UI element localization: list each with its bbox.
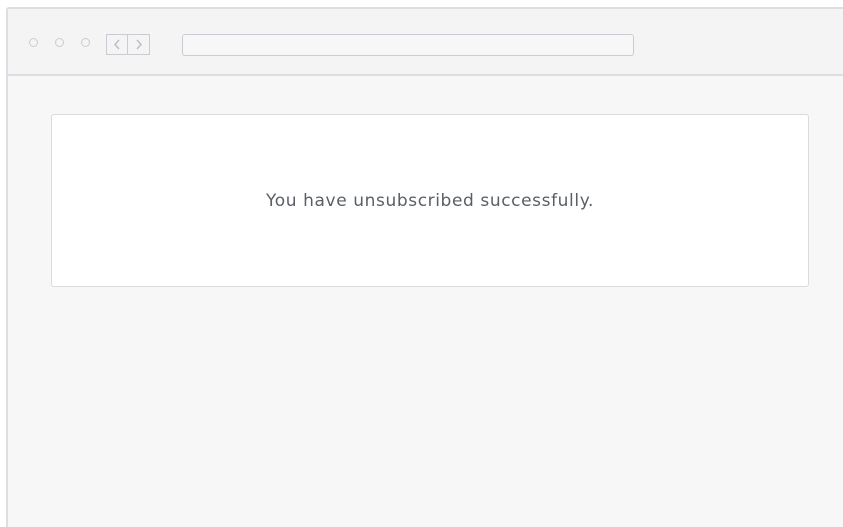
back-button[interactable] bbox=[106, 34, 128, 55]
chevron-left-icon bbox=[114, 39, 120, 50]
page-content: You have unsubscribed successfully. bbox=[8, 76, 843, 527]
browser-toolbar bbox=[8, 9, 843, 76]
window-minimize-dot[interactable] bbox=[55, 38, 64, 47]
message-card: You have unsubscribed successfully. bbox=[51, 114, 809, 287]
unsubscribe-confirmation-text: You have unsubscribed successfully. bbox=[266, 190, 594, 211]
window-maximize-dot[interactable] bbox=[81, 38, 90, 47]
nav-buttons bbox=[106, 34, 150, 55]
window-close-dot[interactable] bbox=[29, 38, 38, 47]
address-bar[interactable] bbox=[182, 34, 634, 56]
chevron-right-icon bbox=[135, 39, 142, 50]
browser-window: You have unsubscribed successfully. bbox=[6, 7, 843, 527]
forward-button[interactable] bbox=[128, 34, 150, 55]
